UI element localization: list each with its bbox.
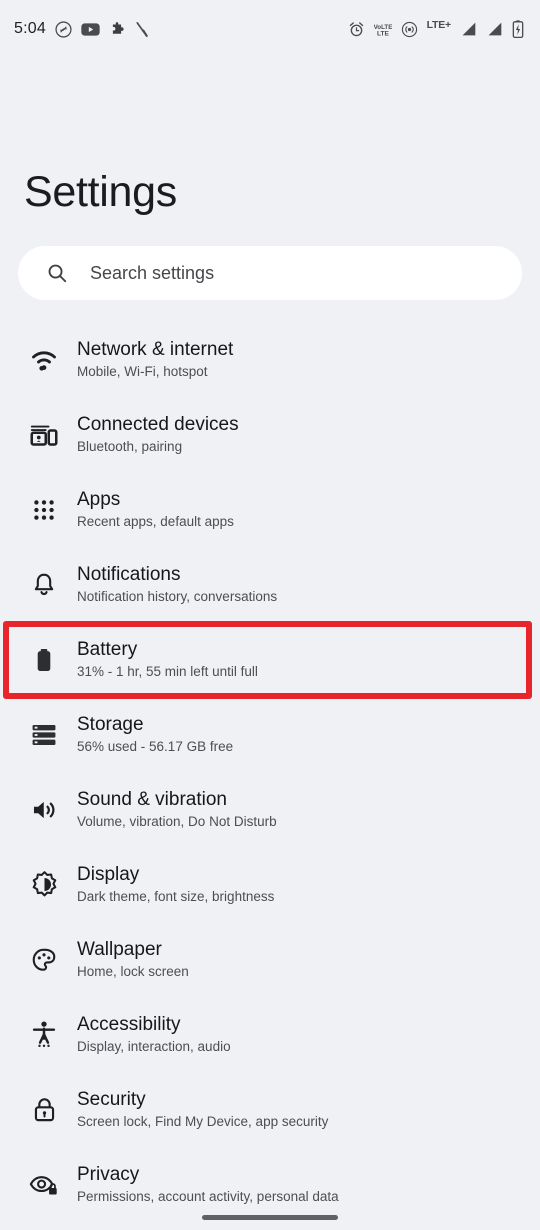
settings-row-connected-devices[interactable]: Connected devices Bluetooth, pairing [0, 397, 540, 472]
settings-row-subtitle: Mobile, Wi-Fi, hotspot [77, 364, 208, 379]
settings-row-privacy[interactable]: Privacy Permissions, account activity, p… [0, 1147, 540, 1222]
settings-row-subtitle: Display, interaction, audio [77, 1039, 231, 1054]
puzzle-piece-icon [112, 22, 124, 34]
settings-row-text: Wallpaper Home, lock screen [77, 938, 189, 981]
accessibility-icon [20, 1011, 68, 1059]
settings-row-subtitle: Bluetooth, pairing [77, 439, 183, 454]
settings-row-text: Storage 56% used - 56.17 GB free [77, 713, 233, 756]
battery-charging-icon [512, 20, 524, 38]
shazam-icon [55, 20, 72, 38]
settings-row-title: Accessibility [77, 1014, 181, 1035]
home-gesture-bar[interactable] [202, 1215, 338, 1220]
settings-row-subtitle: Screen lock, Find My Device, app securit… [77, 1114, 329, 1129]
settings-row-title: Privacy [77, 1164, 140, 1185]
search-settings-bar[interactable]: Search settings [18, 246, 522, 300]
status-bar-left: 5:04 [14, 20, 149, 38]
settings-row-text: Notifications Notification history, conv… [77, 563, 277, 606]
signal-bars-icon-1 [462, 22, 476, 36]
settings-row-subtitle: Recent apps, default apps [77, 514, 234, 529]
settings-row-title: Display [77, 864, 140, 885]
settings-row-subtitle: 31% - 1 hr, 55 min left until full [77, 664, 258, 679]
settings-row-text: Apps Recent apps, default apps [77, 488, 234, 531]
volume-icon [20, 786, 68, 834]
lte-plus-icon: LTE+ [426, 19, 452, 31]
brightness-icon [20, 861, 68, 909]
settings-row-title: Connected devices [77, 414, 239, 435]
status-bar: 5:04 VoLTE LTE LTE+ [0, 0, 540, 58]
settings-row-title: Sound & vibration [77, 789, 227, 810]
cast-devices-icon [20, 411, 68, 459]
hotspot-icon [401, 21, 417, 37]
settings-row-security[interactable]: Security Screen lock, Find My Device, ap… [0, 1072, 540, 1147]
settings-list: Network & internet Mobile, Wi-Fi, hotspo… [0, 322, 540, 1222]
settings-row-display[interactable]: Display Dark theme, font size, brightnes… [0, 847, 540, 922]
settings-row-title: Security [77, 1089, 146, 1110]
apps-grid-icon [20, 486, 68, 534]
settings-row-subtitle: Home, lock screen [77, 964, 189, 979]
search-icon [48, 264, 67, 283]
svg-text:LTE: LTE [377, 30, 390, 37]
palette-icon [20, 936, 68, 984]
settings-row-title: Wallpaper [77, 939, 162, 960]
settings-row-accessibility[interactable]: Accessibility Display, interaction, audi… [0, 997, 540, 1072]
volte-icon: VoLTE LTE [374, 23, 392, 37]
settings-row-text: Sound & vibration Volume, vibration, Do … [77, 788, 277, 831]
alarm-icon [349, 21, 363, 36]
slash-icon [136, 21, 148, 37]
wifi-icon [20, 336, 68, 384]
search-input-placeholder: Search settings [90, 262, 215, 283]
settings-row-title: Network & internet [77, 339, 234, 360]
settings-row-network-internet[interactable]: Network & internet Mobile, Wi-Fi, hotspo… [0, 322, 540, 397]
settings-row-subtitle: Volume, vibration, Do Not Disturb [77, 814, 277, 829]
settings-row-text: Accessibility Display, interaction, audi… [77, 1013, 231, 1056]
settings-row-subtitle: Notification history, conversations [77, 589, 278, 604]
settings-row-text: Security Screen lock, Find My Device, ap… [77, 1088, 328, 1131]
battery-icon [20, 636, 68, 684]
settings-row-text: Network & internet Mobile, Wi-Fi, hotspo… [77, 338, 233, 381]
settings-row-title: Notifications [77, 564, 181, 585]
bell-icon [20, 561, 68, 609]
settings-row-apps[interactable]: Apps Recent apps, default apps [0, 472, 540, 547]
settings-row-text: Display Dark theme, font size, brightnes… [77, 863, 274, 906]
settings-row-subtitle: 56% used - 56.17 GB free [77, 739, 234, 754]
settings-row-text: Privacy Permissions, account activity, p… [77, 1163, 339, 1206]
settings-row-title: Battery [77, 639, 138, 660]
eye-lock-icon [20, 1161, 68, 1209]
settings-row-text: Connected devices Bluetooth, pairing [77, 413, 239, 456]
status-bar-clock: 5:04 [14, 20, 46, 37]
settings-row-subtitle: Dark theme, font size, brightness [77, 889, 275, 904]
settings-row-title: Storage [77, 714, 144, 735]
settings-row-storage[interactable]: Storage 56% used - 56.17 GB free [0, 697, 540, 772]
settings-screen: 5:04 VoLTE LTE LTE+ Settings Search sett… [0, 0, 540, 1230]
settings-row-subtitle: Permissions, account activity, personal … [77, 1189, 339, 1204]
settings-row-wallpaper[interactable]: Wallpaper Home, lock screen [0, 922, 540, 997]
settings-row-title: Apps [77, 489, 121, 510]
svg-text:VoLTE: VoLTE [374, 23, 392, 30]
settings-row-notifications[interactable]: Notifications Notification history, conv… [0, 547, 540, 622]
settings-row-sound-vibration[interactable]: Sound & vibration Volume, vibration, Do … [0, 772, 540, 847]
signal-bars-icon-2 [488, 22, 502, 36]
settings-row-battery[interactable]: Battery 31% - 1 hr, 55 min left until fu… [0, 622, 540, 697]
storage-icon [20, 711, 68, 759]
page-title: Settings [24, 168, 177, 216]
status-bar-right: VoLTE LTE LTE+ [348, 19, 524, 38]
settings-row-text: Battery 31% - 1 hr, 55 min left until fu… [77, 638, 258, 681]
youtube-icon [81, 22, 100, 36]
lock-icon [20, 1086, 68, 1134]
